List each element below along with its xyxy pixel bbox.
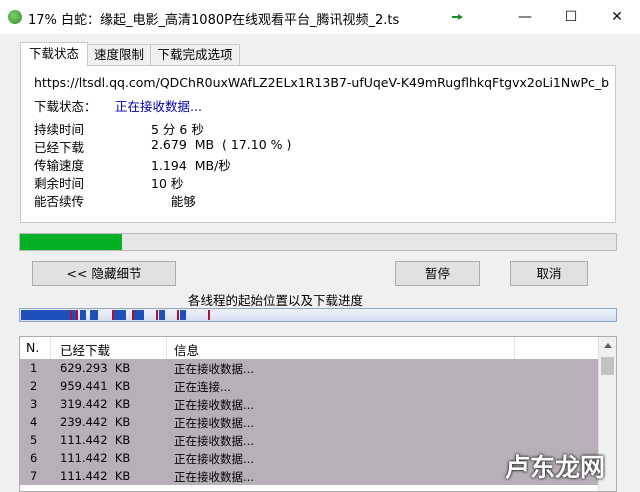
row-number: 4 <box>30 415 38 429</box>
header-info[interactable]: 信息 <box>174 340 199 359</box>
resume-value: 能够 <box>151 194 196 209</box>
table-row[interactable]: 4 239.442 KB 正在接收数据... <box>20 413 598 431</box>
thread-start-marker <box>208 310 210 320</box>
row-info: 正在接收数据... <box>174 452 254 466</box>
row-number: 6 <box>30 451 38 465</box>
thread-segment <box>90 310 98 320</box>
row-downloaded: 111.442 KB <box>60 451 131 465</box>
resume-label: 能否续传 <box>34 194 85 209</box>
thread-segment <box>134 310 144 320</box>
cancel-button[interactable]: 取消 <box>510 261 588 286</box>
hide-details-button[interactable]: << 隐藏细节 <box>32 261 176 286</box>
table-row[interactable]: 3 319.442 KB 正在接收数据... <box>20 395 598 413</box>
row-downloaded: 959.441 KB <box>60 379 131 393</box>
thread-start-marker <box>132 310 134 320</box>
row-downloaded: 239.442 KB <box>60 415 131 429</box>
minimize-button[interactable]: — <box>502 0 548 34</box>
tab-speed-limit[interactable]: 速度限制 <box>87 44 151 65</box>
tab-completion-options[interactable]: 下载完成选项 <box>150 44 240 65</box>
row-downloaded: 319.442 KB <box>60 397 131 411</box>
row-info: 正在接收数据... <box>174 362 254 376</box>
table-row[interactable]: 2 959.441 KB 正在连接... <box>20 377 598 395</box>
row-downloaded: 629.293 KB <box>60 361 131 375</box>
status-panel: https://ltsdl.qq.com/QDChR0uxWAfLZ2ELx1R… <box>20 65 616 223</box>
progress-fill <box>20 234 122 250</box>
row-downloaded: 111.442 KB <box>60 433 131 447</box>
row-number: 5 <box>30 433 38 447</box>
column-divider <box>514 337 515 359</box>
downloaded-value: 2.679 MB ( 17.10 % ) <box>151 137 292 152</box>
scroll-up-icon[interactable] <box>604 343 612 348</box>
watermark: 卢东龙网 <box>505 453 606 482</box>
download-url: https://ltsdl.qq.com/QDChR0uxWAfLZ2ELx1R… <box>34 75 609 90</box>
remaining-value: 10 秒 <box>151 176 184 191</box>
thread-start-marker <box>70 310 72 320</box>
arrow-icon <box>452 14 463 20</box>
row-info: 正在连接... <box>174 380 231 394</box>
thread-progress-bar <box>19 308 617 322</box>
table-row[interactable]: 5 111.442 KB 正在接收数据... <box>20 431 598 449</box>
scroll-thumb[interactable] <box>601 357 614 375</box>
row-downloaded: 111.442 KB <box>60 469 131 483</box>
speed-label: 传输速度 <box>34 158 85 173</box>
list-header: N. 已经下载 信息 <box>20 337 598 360</box>
row-info: 正在接收数据... <box>174 398 254 412</box>
row-info: 正在接收数据... <box>174 470 254 484</box>
column-divider <box>166 337 167 359</box>
app-icon <box>8 10 22 24</box>
column-divider <box>50 337 51 359</box>
duration-label: 持续时间 <box>34 122 85 137</box>
close-button[interactable]: ✕ <box>594 0 640 34</box>
status-label: 下载状态： <box>34 99 97 114</box>
thread-segment <box>114 310 126 320</box>
header-downloaded[interactable]: 已经下载 <box>60 340 110 359</box>
threads-caption: 各线程的起始位置以及下载进度 <box>188 293 364 308</box>
pause-button[interactable]: 暂停 <box>395 261 480 286</box>
row-number: 3 <box>30 397 38 411</box>
thread-segment <box>180 310 186 320</box>
row-number: 7 <box>30 469 38 483</box>
duration-value: 5 分 6 秒 <box>151 122 204 137</box>
maximize-button[interactable]: ☐ <box>548 0 594 34</box>
thread-segment <box>159 310 165 320</box>
status-value: 正在接收数据... <box>115 99 202 114</box>
row-info: 正在接收数据... <box>174 434 254 448</box>
speed-value: 1.194 MB/秒 <box>151 158 231 173</box>
title-bar: 17% 白蛇：缘起_电影_高清1080P在线观看平台_腾讯视频_2.ts — ☐… <box>0 0 640 34</box>
row-info: 正在接收数据... <box>174 416 254 430</box>
thread-start-marker <box>112 310 114 320</box>
header-n[interactable]: N. <box>26 340 39 355</box>
row-number: 2 <box>30 379 38 393</box>
thread-start-marker <box>177 310 179 320</box>
thread-start-marker <box>156 310 158 320</box>
downloaded-label: 已经下载 <box>34 140 85 155</box>
download-progress-bar <box>19 233 617 251</box>
row-number: 1 <box>30 361 38 375</box>
remaining-label: 剩余时间 <box>34 176 85 191</box>
thread-start-marker <box>76 310 78 320</box>
table-row[interactable]: 1 629.293 KB 正在接收数据... <box>20 359 598 377</box>
window-title: 17% 白蛇：缘起_电影_高清1080P在线观看平台_腾讯视频_2.ts <box>28 13 400 28</box>
thread-segment <box>80 310 86 320</box>
thread-segment <box>21 310 76 320</box>
tab-download-status[interactable]: 下载状态 <box>20 42 88 66</box>
